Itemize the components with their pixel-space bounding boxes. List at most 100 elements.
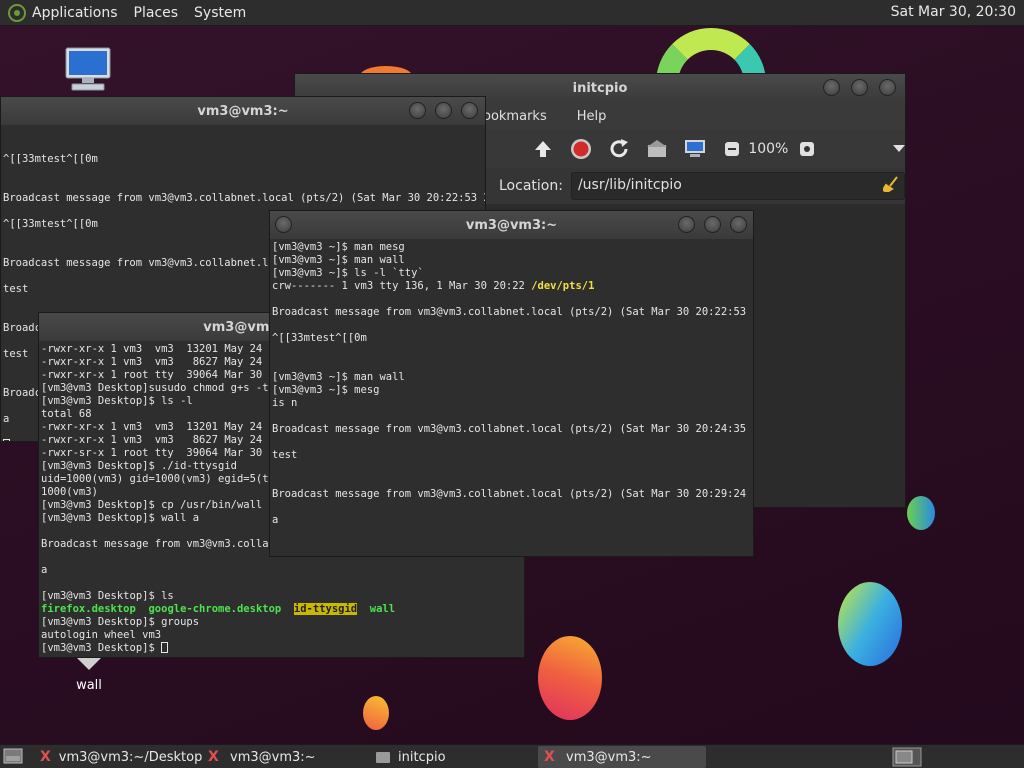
terminal-cursor (161, 642, 169, 653)
taskbar: X vm3@vm3:~/Desktop X vm3@vm3:~ initcpio… (0, 744, 1024, 768)
close-button[interactable] (879, 79, 896, 96)
terminal-line: autologin wheel vm3 (41, 629, 162, 641)
decor-blob (363, 696, 389, 730)
ls-output-line: crw------- 1 vm3 tty 136, 1 Mar 30 20:22… (272, 280, 595, 292)
ls-entry: id-ttysgid (293, 603, 358, 615)
task-label: vm3@vm3:~ (566, 749, 652, 765)
terminal-app-icon: X (40, 749, 51, 765)
terminal-line: [vm3@vm3 ~]$ man wall (272, 254, 405, 266)
folder-icon (376, 751, 390, 763)
computer-icon[interactable] (64, 46, 112, 92)
terminal-line: Broadcast message from vm3@vm3.collabnet… (272, 306, 753, 318)
terminal-line: a (272, 514, 279, 526)
ls-output-line: firefox.desktop google-chrome.desktop id… (41, 603, 522, 616)
terminal-line: Broadcast message from vm3@vm3.collabnet… (272, 423, 753, 435)
task-terminal-home[interactable]: X vm3@vm3:~ (202, 746, 368, 768)
terminal-titlebar[interactable]: vm3@vm3:~ (1, 97, 485, 125)
terminal-output[interactable]: [vm3@vm3 ~]$ man mesg [vm3@vm3 ~]$ man wa… (270, 239, 753, 556)
terminal-line: ^[[33mtest^[[0m (272, 332, 367, 344)
wall-file-icon[interactable] (76, 656, 102, 670)
location-input[interactable]: /usr/lib/initcpio (570, 172, 905, 200)
top-panel: Applications Places System Sat Mar 30, 2… (0, 0, 1024, 26)
decor-blob (907, 496, 935, 530)
minimize-button[interactable] (678, 216, 695, 233)
location-label: Location: (499, 178, 563, 194)
task-terminal-home-active[interactable]: X vm3@vm3:~ (538, 746, 706, 768)
maximize-button[interactable] (704, 216, 721, 233)
workspace-switcher-icon[interactable] (892, 747, 922, 768)
location-value: /usr/lib/initcpio (577, 177, 682, 193)
zoom-in-icon[interactable] (796, 136, 817, 162)
terminal-line: [vm3@vm3 ~]$ man wall (272, 371, 405, 383)
menu-system[interactable]: System (186, 5, 254, 21)
terminal-line: Broadcast message from vm3@vm3.collabnet… (272, 488, 753, 500)
terminal-prompt-line: [vm3@vm3 Desktop]$ (41, 642, 522, 655)
terminal-line: a (41, 564, 48, 576)
task-label: vm3@vm3:~ (230, 749, 316, 765)
zoom-level: 100% (748, 141, 789, 157)
terminal-app-icon: X (208, 749, 219, 765)
terminal-line: [vm3@vm3 Desktop]$ ls (41, 590, 174, 602)
terminal-line: [vm3@vm3 ~]$ ls -l `tty` (272, 267, 424, 279)
window-title: initcpio (572, 80, 628, 96)
ls-entry: firefox.desktop (41, 603, 136, 615)
close-button[interactable] (730, 216, 747, 233)
menu-bookmarks[interactable]: ookmarks (483, 109, 547, 124)
menu-help[interactable]: Help (577, 109, 607, 124)
ls-entry: google-chrome.desktop (148, 603, 282, 615)
reload-icon[interactable] (608, 136, 630, 162)
task-terminal-desktop[interactable]: X vm3@vm3:~/Desktop (34, 746, 203, 768)
clear-location-icon[interactable] (881, 176, 899, 196)
decor-blob (838, 582, 902, 666)
terminal-line: ^[[33mtest^[[0m (3, 153, 98, 165)
window-title: vm3@vm3:~ (197, 103, 289, 119)
decor-blob (538, 636, 602, 720)
terminal-line: test (272, 449, 298, 461)
terminal-line: [vm3@vm3 ~]$ mesg (272, 384, 380, 396)
zoom-out-icon[interactable] (722, 136, 743, 162)
stop-icon[interactable] (570, 136, 592, 162)
terminal-line: [vm3@vm3 Desktop]$ groups (41, 616, 200, 628)
computer-icon[interactable] (684, 136, 706, 162)
up-arrow-icon[interactable] (533, 136, 554, 162)
terminal-line: Broadcast message from vm3@vm3.collabnet… (3, 192, 485, 204)
terminal-cursor (3, 439, 10, 441)
minimize-button[interactable] (823, 79, 840, 96)
dropdown-arrow-icon[interactable] (893, 141, 905, 157)
clock[interactable]: Sat Mar 30, 20:30 (891, 4, 1016, 20)
task-file-manager[interactable]: initcpio (370, 746, 536, 768)
menu-places[interactable]: Places (126, 5, 187, 21)
window-menu-button[interactable] (275, 216, 292, 233)
ls-entry: wall (369, 603, 396, 615)
distro-logo-icon[interactable] (8, 3, 26, 22)
maximize-button[interactable] (851, 79, 868, 96)
terminal-window-front: vm3@vm3:~ [vm3@vm3 ~]$ man mesg [vm3@vm3 … (269, 210, 754, 557)
wall-file-label: wall (76, 678, 102, 693)
minimize-button[interactable] (409, 102, 426, 119)
menu-applications[interactable]: Applications (32, 5, 126, 21)
home-folder-icon[interactable] (646, 136, 668, 162)
terminal-titlebar[interactable]: vm3@vm3:~ (270, 211, 753, 239)
task-label: vm3@vm3:~/Desktop (58, 749, 203, 765)
show-desktop-icon[interactable] (3, 748, 23, 768)
terminal-app-icon: X (544, 749, 555, 765)
maximize-button[interactable] (435, 102, 452, 119)
terminal-line: [vm3@vm3 ~]$ man mesg (272, 241, 405, 253)
close-button[interactable] (461, 102, 478, 119)
task-label: initcpio (398, 749, 446, 765)
